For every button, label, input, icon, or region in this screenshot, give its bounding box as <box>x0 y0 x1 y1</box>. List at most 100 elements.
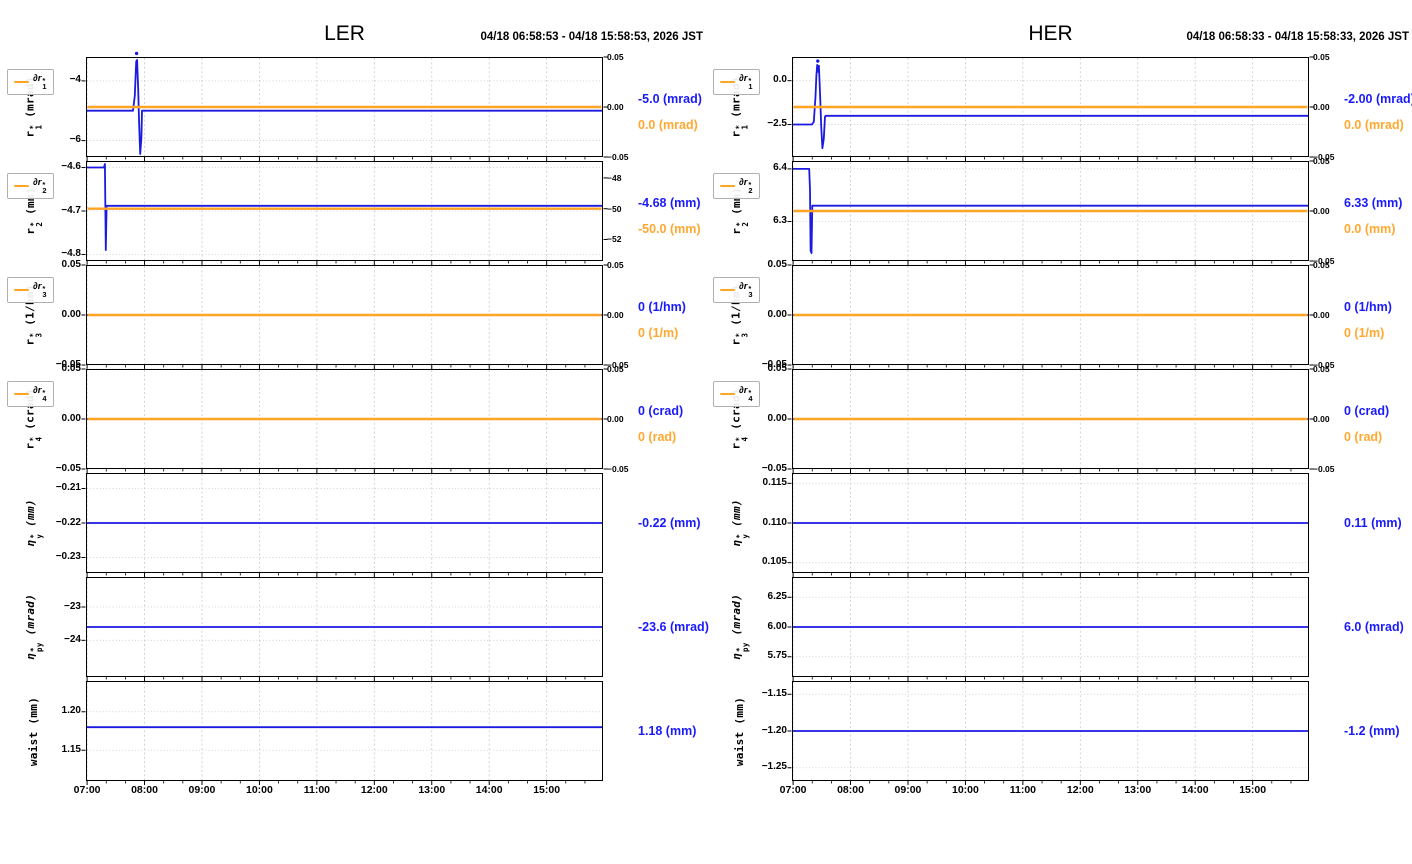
legend-line-sample <box>720 288 735 292</box>
legend-label: ∂r * 2 <box>33 177 47 195</box>
blue-value-label: 0 (crad) <box>1344 404 1390 418</box>
y-tick-label: 0.05 <box>767 258 787 270</box>
x-tick-label: 12:00 <box>1066 784 1094 796</box>
blue-value-label: -23.6 (mrad) <box>638 620 709 634</box>
blue-value-label: 0 (1/hm) <box>638 300 686 314</box>
outlier-dot <box>816 59 820 63</box>
legend: ∂r * 2 <box>713 173 760 199</box>
x-tick-label: 12:00 <box>360 784 388 796</box>
x-tick-label: 15:00 <box>1239 784 1267 796</box>
subplot-row: r * 4 (crad) 0.05 0.00 −0.05 ∂r * 4 0.05 0.00 −0.05… <box>706 363 1412 474</box>
math-base: ∂r <box>739 385 748 396</box>
sup-sub-stack: * 4 <box>29 436 45 442</box>
orange-value-label: 0 (rad) <box>1344 430 1383 444</box>
y-tick-label: 6.4 <box>773 162 787 174</box>
right-tick-label: 0.05 <box>1313 52 1330 62</box>
outlier-dot <box>134 51 139 56</box>
legend-label: ∂r * 3 <box>33 281 47 299</box>
y-tick-label: 0.05 <box>61 258 81 270</box>
y-tick-label: 0.00 <box>61 308 81 320</box>
subplot-row: η * y (mm) 0.115 0.110 0.105 0.11 (mm) <box>706 473 1412 577</box>
y-tick-label: 6.3 <box>773 215 787 227</box>
right-tick-label: −52 <box>607 234 622 245</box>
subplot-row: η * py (mrad) 6.25 6.00 5.75 6.0 (mrad) <box>706 577 1412 681</box>
legend-label: ∂r * 4 <box>739 385 753 403</box>
x-tick-label: 10:00 <box>245 784 273 796</box>
x-tick-label: 13:00 <box>1124 784 1152 796</box>
y-tick-label: 0.00 <box>767 308 787 320</box>
sup-sub-stack: * 2 <box>748 180 753 196</box>
legend-line-sample <box>14 80 29 84</box>
sup-sub-stack: * 3 <box>748 284 753 300</box>
sup-sub-stack: * 4 <box>748 388 753 404</box>
panel-her: HER 04/18 06:58:33 - 04/18 15:58:33, 202… <box>706 0 1412 864</box>
legend: ∂r * 1 <box>7 69 54 95</box>
blue-value-label: 6.0 (mrad) <box>1344 620 1404 634</box>
subplot-row: r * 1 (mrad) −4 −6 ∂r * 1 0.05 0.00 −0.05 -5.0 (mra… <box>0 51 706 162</box>
legend-line-sample <box>14 288 29 292</box>
x-tick-label: 07:00 <box>73 784 101 796</box>
right-tick-label: 0.00 <box>607 102 624 112</box>
sup-sub-stack: * 1 <box>748 76 753 92</box>
plot-area <box>787 681 1309 785</box>
orange-value-label: 0 (1/m) <box>1344 326 1385 340</box>
subplot-row: r * 3 (1/hm) 0.05 0.00 −0.05 ∂r * 3 0.05 0.00 −0.05… <box>0 259 706 370</box>
right-tick-label: 0.00 <box>1313 206 1330 216</box>
subplot-row: r * 3 (1/hm) 0.05 0.00 −0.05 ∂r * 3 0.05 0.00 −0.05… <box>706 259 1412 370</box>
orange-value-label: 0.0 (mm) <box>1344 222 1396 236</box>
x-tick-label: 13:00 <box>418 784 446 796</box>
math-base: r <box>730 227 744 235</box>
legend: ∂r * 2 <box>7 173 54 199</box>
y-tick-label: −24 <box>64 633 81 645</box>
y-tick-label: 0.00 <box>767 412 787 424</box>
right-tick-label: 0.00 <box>1313 414 1330 424</box>
legend-label: ∂r * 2 <box>739 177 753 195</box>
blue-value-label: -2.00 (mrad) <box>1344 92 1412 106</box>
x-tick-label: 14:00 <box>1181 784 1209 796</box>
math-base: r <box>24 338 38 346</box>
x-tick-label: 09:00 <box>188 784 216 796</box>
orange-value-label: 0 (rad) <box>638 430 677 444</box>
subplot-row: r * 4 (crad) 0.05 0.00 −0.05 ∂r * 4 0.05 0.00 −0.05… <box>0 363 706 474</box>
subplot-row: waist (mm) −1.15 −1.20 −1.25 -1.2 (mm) <box>706 681 1412 785</box>
plot-area <box>81 51 608 161</box>
x-tick-label: 08:00 <box>131 784 158 796</box>
y-tick-label: 0.110 <box>762 516 787 528</box>
legend-line-sample <box>720 80 735 84</box>
orange-value-label: -50.0 (mm) <box>638 222 701 236</box>
math-base: ∂r <box>33 281 42 292</box>
subplot-row: r * 2 (mm) 6.4 6.3 ∂r * 2 0.05 0.00 −0.05 6.33 (mm)… <box>706 156 1412 266</box>
sup-sub-stack: * y <box>29 533 45 539</box>
plot-area <box>787 264 1314 369</box>
plot-area <box>81 473 603 577</box>
x-tick-label: 10:00 <box>951 784 979 796</box>
legend-line-sample <box>720 392 735 396</box>
math-base: ∂r <box>739 177 748 188</box>
right-tick-label: 0.05 <box>1313 260 1330 270</box>
x-tick-label: 07:00 <box>779 784 807 796</box>
math-base: r <box>24 227 38 235</box>
sup-sub-stack: * 2 <box>29 221 45 227</box>
y-tick-label: 0.05 <box>61 362 81 374</box>
right-tick-label: 0.00 <box>1313 102 1330 112</box>
blue-value-label: -5.0 (mrad) <box>638 92 702 106</box>
y-tick-label: −1.25 <box>761 761 787 773</box>
blue-value-label: 6.33 (mm) <box>1344 196 1403 210</box>
blue-value-label: 0.11 (mm) <box>1344 516 1402 530</box>
math-base: ∂r <box>33 73 42 84</box>
legend: ∂r * 3 <box>713 277 760 303</box>
y-tick-label: −2.5 <box>767 118 787 130</box>
math-base: η <box>730 539 744 547</box>
right-tick-label: 0.05 <box>607 260 624 270</box>
y-tick-label: −0.05 <box>761 462 787 474</box>
plot-area <box>787 473 1309 577</box>
plot-frame <box>86 681 603 781</box>
y-tick-label: −1.15 <box>761 687 787 699</box>
right-tick-label: 0.05 <box>607 364 624 374</box>
y-tick-label: 0.105 <box>761 556 787 568</box>
right-tick-label: 0.05 <box>1313 156 1330 166</box>
y-tick-label: −4.7 <box>61 204 81 216</box>
y-tick-label: 5.75 <box>767 650 787 662</box>
math-base: r <box>730 338 744 346</box>
y-tick-label: −0.23 <box>55 550 81 562</box>
